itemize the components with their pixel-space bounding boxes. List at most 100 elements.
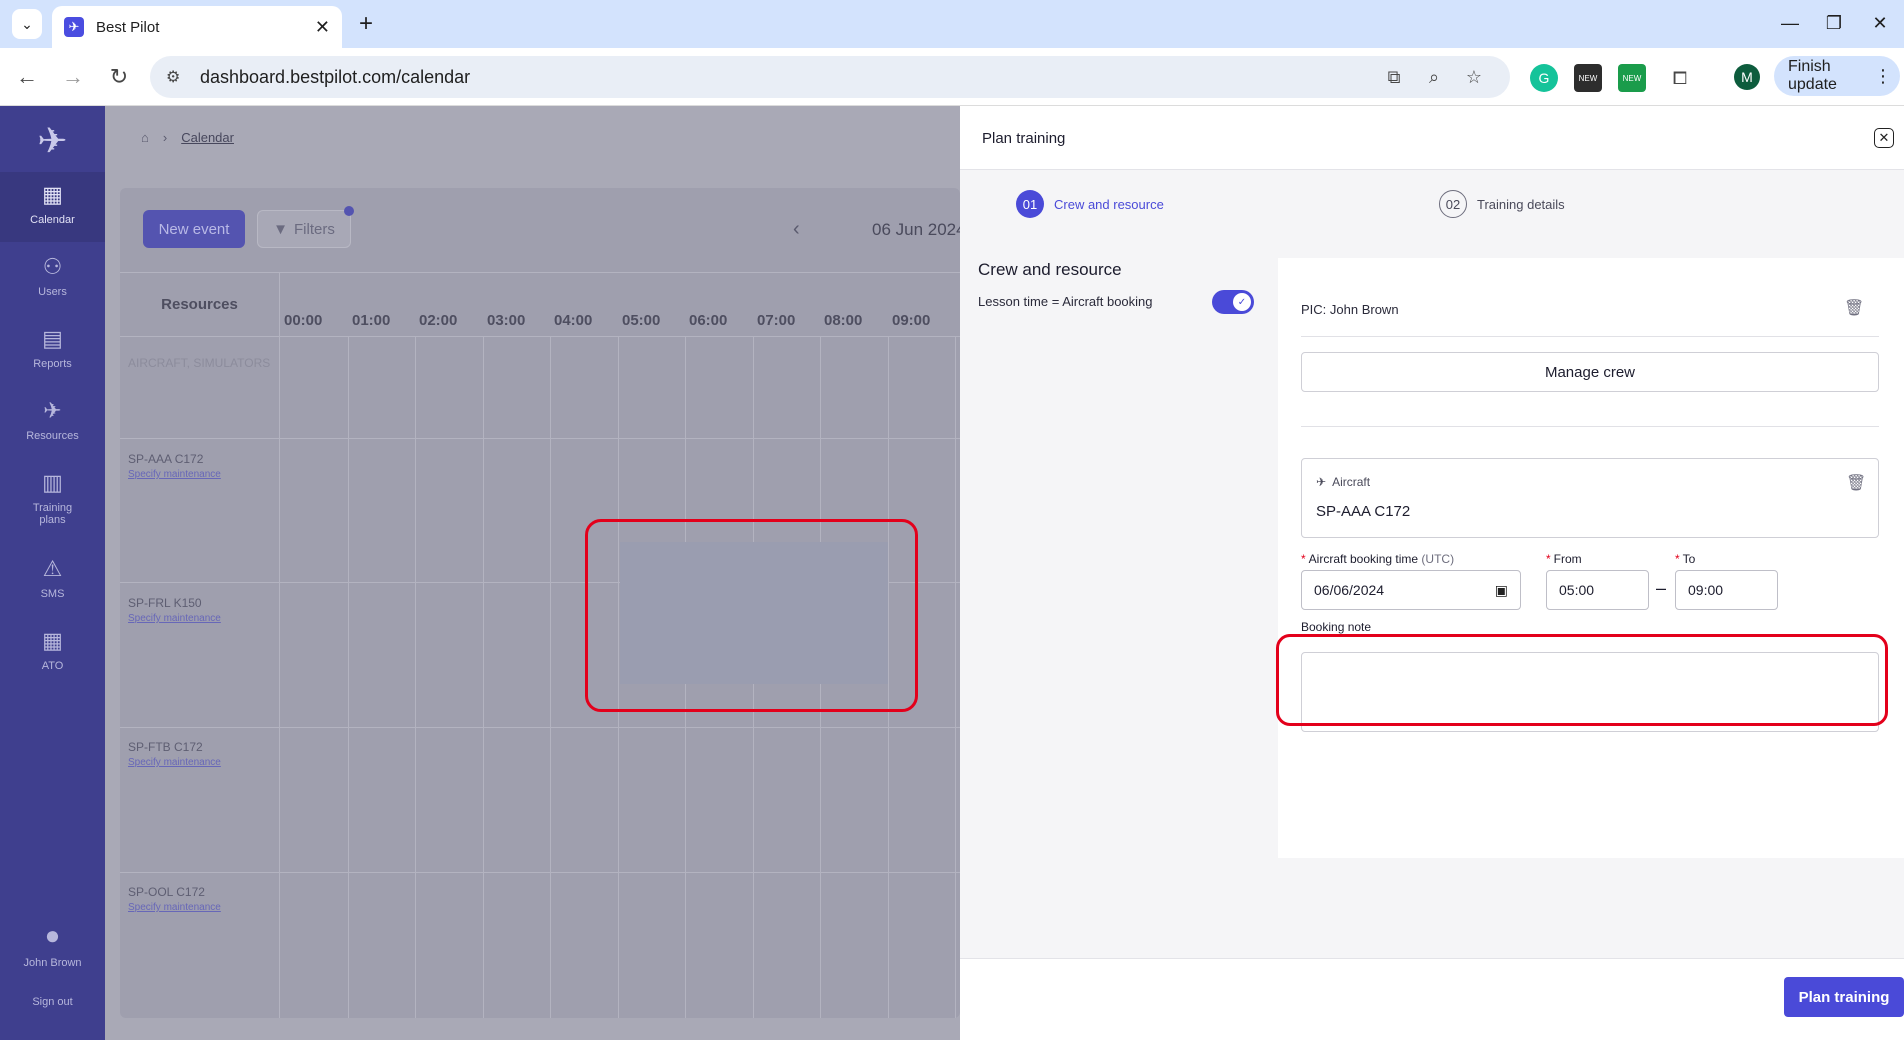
specify-maintenance-link[interactable]: Specify maintenance [128,757,221,768]
manage-crew-button[interactable]: Manage crew [1301,352,1879,392]
browser-tabbar: ⌄ ✈ Best Pilot ✕ + — ❐ ✕ [0,0,1904,48]
tab-title: Best Pilot [96,18,160,36]
new-extension-icon[interactable]: NEW [1618,64,1646,92]
hour-label: 07:00 [757,312,796,329]
hour-label: 01:00 [352,312,391,329]
from-label: * From [1546,552,1582,566]
booking-date-input[interactable]: 06/06/2024 ▣ [1301,570,1521,610]
book-icon: ▥ [42,470,63,495]
user-avatar-icon: ● [44,920,61,950]
delete-aircraft-trash-icon[interactable]: 🗑 [1846,473,1866,493]
new-tab-button[interactable]: + [352,10,380,38]
step-crew-and-resource[interactable]: 01 Crew and resource [1016,190,1164,218]
plan-training-button[interactable]: Plan training [1784,977,1904,1017]
to-time-input[interactable]: 09:00 [1675,570,1778,610]
highlight-outline [1276,634,1888,726]
hour-label: 06:00 [689,312,728,329]
profile-avatar[interactable]: M [1734,64,1760,90]
sidebar-item-training-plans[interactable]: ▥ Training plans [0,470,105,526]
url-text[interactable]: dashboard.bestpilot.com/calendar [200,67,1374,88]
resource-row: SP-AAA C172 Specify maintenance [128,452,221,480]
aircraft-card: ✈ Aircraft SP-AAA C172 🗑 [1301,458,1879,538]
pic-label: PIC: John Brown [1301,302,1399,317]
breadcrumb-separator-icon: › [162,130,168,145]
specify-maintenance-link[interactable]: Specify maintenance [128,469,221,480]
sidebar-user[interactable]: ● John Brown [0,920,105,969]
address-bar[interactable]: ⚙ dashboard.bestpilot.com/calendar ⧉ ⌕ ☆ [150,56,1510,98]
from-time-input[interactable]: 05:00 [1546,570,1649,610]
browser-toolbar: ← → ↻ ⚙ dashboard.bestpilot.com/calendar… [0,48,1904,106]
back-button[interactable]: ← [12,62,42,92]
calendar-icon: ▦ [42,182,63,207]
lesson-time-toggle[interactable]: ✓ [1212,290,1254,314]
resource-row: SP-FTB C172 Specify maintenance [128,740,221,768]
step-training-details[interactable]: 02 Training details [1439,190,1565,218]
chevron-down-icon: ⌄ [21,15,33,32]
hour-label: 09:00 [892,312,931,329]
tab-search-button[interactable]: ⌄ [12,9,42,39]
sign-out-link[interactable]: Sign out [0,996,105,1008]
breadcrumb-calendar[interactable]: Calendar [181,130,234,145]
sidebar-item-ato[interactable]: ▦ ATO [0,628,105,672]
aircraft-name: SP-AAA C172 [1316,503,1411,520]
translate-icon[interactable]: ⧉ [1374,67,1414,88]
news-extension-icon[interactable]: NEW [1574,64,1602,92]
sidebar-item-calendar[interactable]: ▦ Calendar [0,172,105,242]
zoom-icon[interactable]: ⌕ [1414,67,1454,88]
booking-note-label: Booking note [1301,620,1372,634]
forward-button[interactable]: → [58,62,88,92]
filter-icon: ▼ [273,220,288,238]
lesson-time-label: Lesson time = Aircraft booking [978,294,1153,309]
grammarly-extension-icon[interactable]: G [1530,64,1558,92]
time-range-dash: – [1656,578,1667,598]
hour-label: 05:00 [622,312,661,329]
resource-group-label: AIRCRAFT, SIMULATORS [128,356,271,370]
prev-day-button[interactable]: ‹ [793,218,800,241]
close-icon[interactable]: ✕ [1874,128,1894,148]
drawer-footer: Plan training [960,958,1904,1040]
hour-label: 02:00 [419,312,458,329]
new-event-button[interactable]: New event [143,210,245,248]
close-window-button[interactable]: ✕ [1860,8,1900,38]
specify-maintenance-link[interactable]: Specify maintenance [128,902,221,913]
calendar-date: 06 Jun 2024 [872,220,966,239]
highlight-outline [585,519,918,712]
specify-maintenance-link[interactable]: Specify maintenance [128,613,221,624]
tab-close-icon[interactable]: ✕ [315,17,330,38]
calendar-picker-icon[interactable]: ▣ [1495,582,1508,599]
filter-indicator-dot [344,206,354,216]
check-icon: ✓ [1233,293,1251,311]
reports-icon: ▤ [42,326,63,351]
breadcrumb: ⌂ › Calendar [141,130,234,145]
section-title: Crew and resource [978,260,1122,279]
warning-icon: ⚠ [42,556,63,581]
hour-label: 03:00 [487,312,526,329]
sidebar-item-sms[interactable]: ⚠ SMS [0,556,105,600]
hour-label: 04:00 [554,312,593,329]
sidebar-item-users[interactable]: ⚇ Users [0,254,105,298]
minimize-button[interactable]: — [1770,8,1810,38]
logo-plane-icon[interactable]: ✈ [0,120,105,162]
browser-tab[interactable]: ✈ Best Pilot ✕ [52,6,342,48]
restore-button[interactable]: ❐ [1814,8,1854,38]
reload-button[interactable]: ↻ [104,62,134,92]
delete-pic-trash-icon[interactable]: 🗑 [1844,298,1864,318]
resource-row: SP-FRL K150 Specify maintenance [128,596,221,624]
filters-button[interactable]: ▼ Filters [257,210,351,248]
plane-icon: ✈ [1316,475,1327,489]
building-icon: ▦ [42,628,63,653]
extensions-puzzle-icon[interactable]: ⧠ [1666,64,1694,92]
finish-update-button[interactable]: Finish update ⋮ [1774,56,1900,96]
bookmark-star-icon[interactable]: ☆ [1454,67,1494,88]
sidebar-item-reports[interactable]: ▤ Reports [0,326,105,370]
resource-row: SP-OOL C172 Specify maintenance [128,885,221,913]
sidebar-item-resources[interactable]: ✈ Resources [0,398,105,442]
app: ✈ ▦ Calendar ⚇ Users ▤ Reports ✈ Resourc… [0,106,1904,1040]
hour-label: 08:00 [824,312,863,329]
resources-header: Resources [161,295,238,313]
crew-resource-card: PIC: John Brown 🗑 Manage crew ✈ Aircraft… [1278,258,1904,858]
drawer-header: Plan training ✕ [960,106,1904,170]
home-icon[interactable]: ⌂ [141,130,149,145]
site-info-icon[interactable]: ⚙ [166,67,190,87]
hour-label: 00:00 [284,312,323,329]
